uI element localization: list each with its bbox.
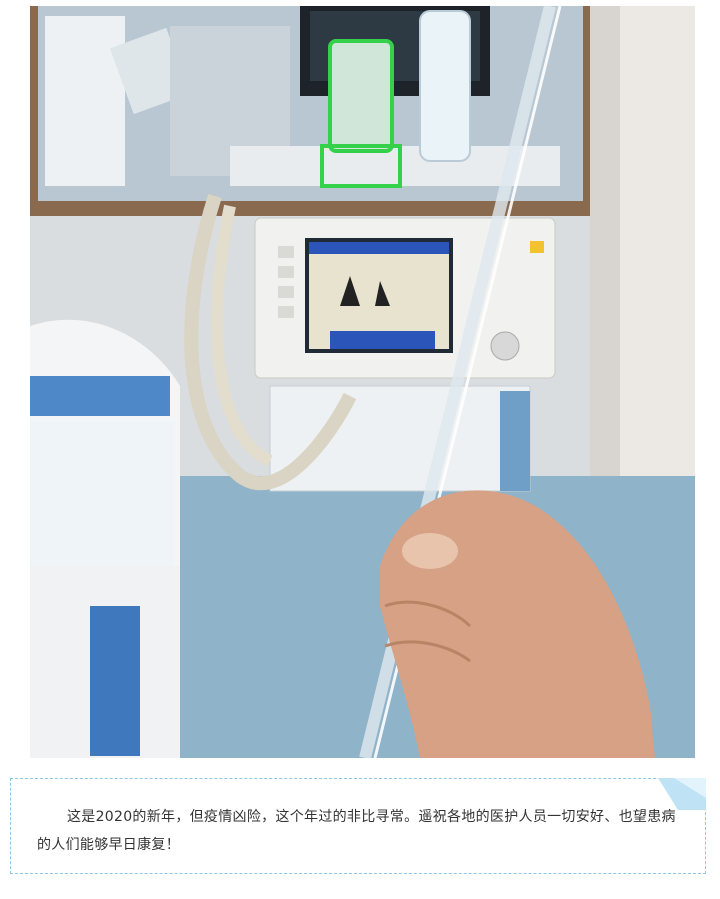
caption-box: 这是2020的新年，但疫情凶险，这个年过的非比寻常。遥祝各地的医护人员一切安好、… bbox=[10, 778, 706, 874]
caption-text: 这是2020的新年，但疫情凶险，这个年过的非比寻常。遥祝各地的医护人员一切安好、… bbox=[37, 809, 676, 853]
ventilator-photo bbox=[30, 6, 695, 758]
